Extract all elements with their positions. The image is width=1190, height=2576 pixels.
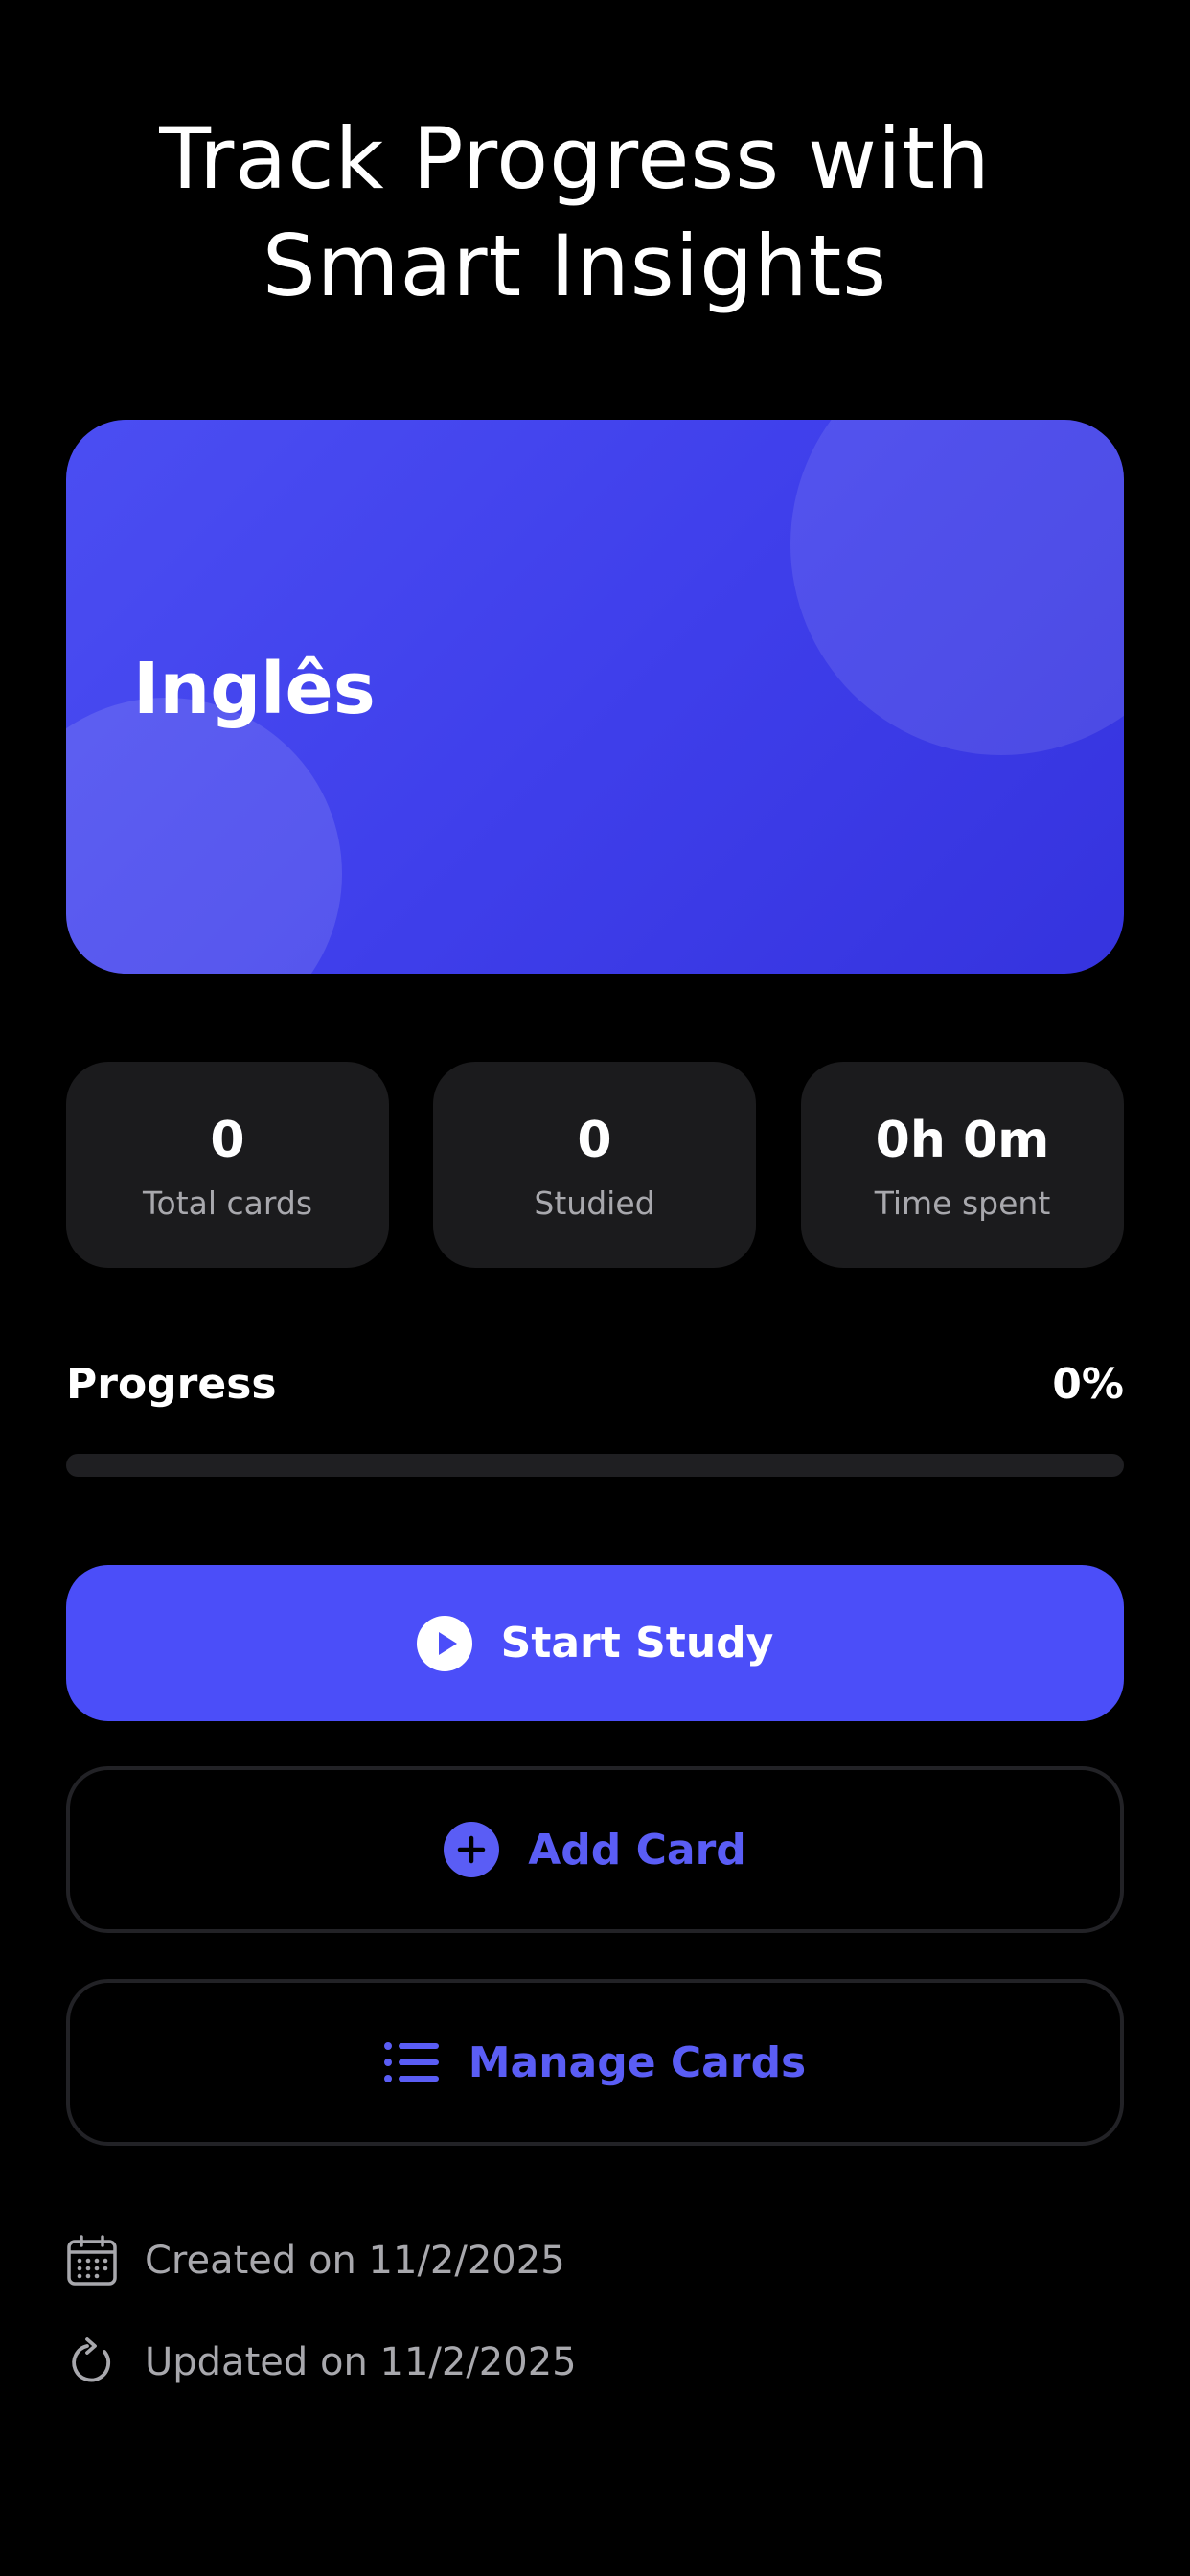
start-study-label: Start Study	[500, 1619, 774, 1668]
add-card-button[interactable]: Add Card	[66, 1766, 1124, 1933]
updated-date-text: Updated on 11/2/2025	[145, 2340, 577, 2384]
deck-title: Inglês	[133, 648, 376, 730]
progress-percentage: 0%	[1052, 1360, 1124, 1409]
decorative-circle	[790, 420, 1124, 755]
stat-studied: 0 Studied	[433, 1062, 756, 1268]
created-date-text: Created on 11/2/2025	[145, 2239, 565, 2283]
page-title: Track Progress with Smart Insights	[0, 105, 1150, 320]
manage-cards-button[interactable]: Manage Cards	[66, 1979, 1124, 2146]
refresh-icon	[66, 2336, 120, 2388]
start-study-button[interactable]: Start Study	[66, 1565, 1124, 1721]
created-date: Created on 11/2/2025	[66, 2235, 565, 2287]
stat-label: Studied	[534, 1184, 655, 1222]
updated-date: Updated on 11/2/2025	[66, 2336, 577, 2388]
stat-label: Total cards	[142, 1184, 313, 1222]
stat-value: 0h 0m	[875, 1112, 1050, 1169]
list-icon	[383, 2041, 440, 2083]
play-circle-icon	[416, 1615, 472, 1671]
progress-label: Progress	[66, 1360, 277, 1409]
stat-time-spent: 0h 0m Time spent	[801, 1062, 1124, 1268]
progress-bar	[66, 1454, 1124, 1477]
calendar-icon	[66, 2235, 120, 2287]
decorative-circle	[66, 698, 342, 974]
plus-circle-icon	[444, 1822, 500, 1877]
stat-total-cards: 0 Total cards	[66, 1062, 389, 1268]
manage-cards-label: Manage Cards	[468, 2037, 807, 2087]
add-card-label: Add Card	[528, 1825, 746, 1874]
page-title-line-1: Track Progress with	[159, 109, 991, 208]
stat-label: Time spent	[874, 1184, 1051, 1222]
stat-value: 0	[577, 1112, 612, 1169]
stat-value: 0	[210, 1112, 245, 1169]
page-title-line-2: Smart Insights	[262, 217, 888, 315]
deck-card: Inglês	[66, 420, 1124, 974]
